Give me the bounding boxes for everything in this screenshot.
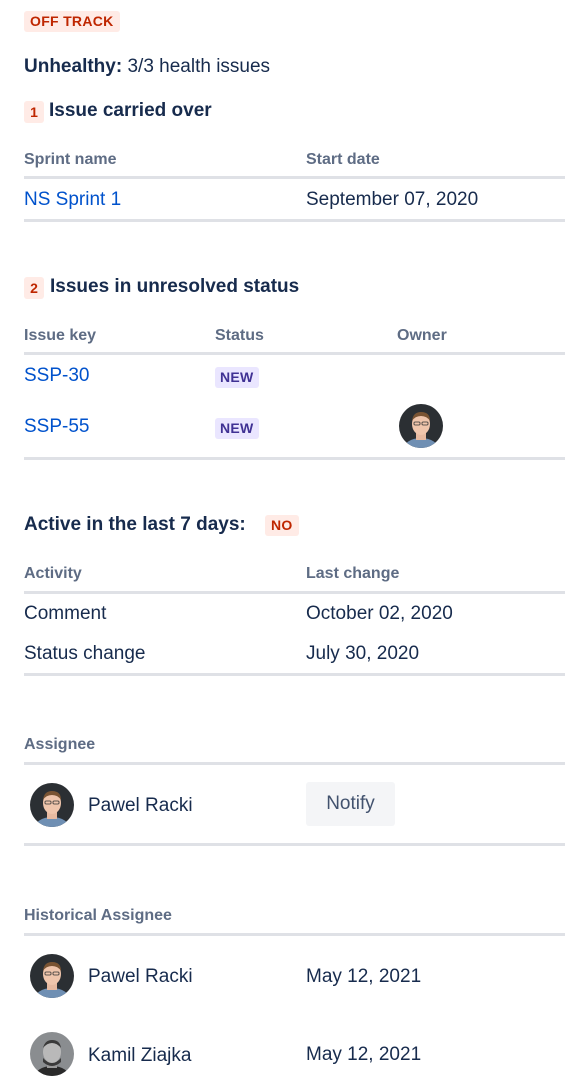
- column-header-sprint-name: Sprint name: [24, 151, 117, 168]
- assignee-name: Pawel Racki: [88, 795, 193, 816]
- activity-type: Status change: [24, 643, 146, 664]
- person-avatar-icon: [30, 1032, 74, 1076]
- health-summary: Unhealthy: 3/3 health issues: [24, 56, 270, 78]
- historical-assignee-name: Kamil Ziajka: [88, 1045, 192, 1066]
- issue-link[interactable]: SSP-30: [24, 365, 89, 387]
- historical-assignee-date: May 12, 2021: [306, 966, 422, 987]
- health-label: Unhealthy:: [24, 56, 123, 77]
- issue-link[interactable]: SSP-55: [24, 416, 89, 438]
- activity-title: Active in the last 7 days:: [24, 514, 246, 535]
- column-header-status: Status: [215, 327, 264, 344]
- section-title: Issues in unresolved status: [50, 276, 300, 297]
- historical-assignee-avatar: [30, 954, 74, 998]
- column-header-issue-key: Issue key: [24, 327, 97, 344]
- table-header-divider: [24, 933, 565, 936]
- assignee-avatar: [30, 783, 74, 827]
- owner-avatar[interactable]: [399, 404, 443, 448]
- table-header-divider: [24, 762, 565, 765]
- off-track-badge: OFF TRACK: [24, 11, 120, 32]
- sprint-start-date: September 07, 2020: [306, 189, 479, 210]
- section-number-badge: 1: [24, 101, 44, 123]
- person-avatar-icon: [399, 404, 443, 448]
- column-header-last-change: Last change: [306, 565, 400, 582]
- activity-status-badge: NO: [265, 515, 299, 536]
- historical-assignee-name: Pawel Racki: [88, 966, 193, 987]
- table-divider: [24, 843, 565, 846]
- status-badge: NEW: [215, 418, 259, 439]
- table-divider: [24, 457, 565, 460]
- sprint-link[interactable]: NS Sprint 1: [24, 189, 121, 211]
- assignee-heading: Assignee: [24, 736, 96, 753]
- activity-type: Comment: [24, 603, 107, 624]
- table-divider: [24, 673, 565, 676]
- health-value: 3/3 health issues: [127, 56, 271, 77]
- table-header-divider: [24, 591, 565, 594]
- section-number-badge: 2: [24, 277, 44, 299]
- table-header-divider: [24, 352, 565, 355]
- table-divider: [24, 219, 565, 222]
- column-header-owner: Owner: [397, 327, 447, 344]
- column-header-activity: Activity: [24, 565, 82, 582]
- column-header-start-date: Start date: [306, 151, 380, 168]
- table-header-divider: [24, 176, 565, 179]
- person-avatar-icon: [30, 954, 74, 998]
- notify-button[interactable]: Notify: [306, 782, 395, 826]
- historical-assignee-heading: Historical Assignee: [24, 907, 172, 924]
- person-avatar-icon: [30, 783, 74, 827]
- activity-date: October 02, 2020: [306, 603, 453, 624]
- section-title: Issue carried over: [49, 100, 212, 121]
- historical-assignee-avatar: [30, 1032, 74, 1076]
- historical-assignee-date: May 12, 2021: [306, 1044, 422, 1065]
- activity-date: July 30, 2020: [306, 643, 420, 664]
- status-badge: NEW: [215, 367, 259, 388]
